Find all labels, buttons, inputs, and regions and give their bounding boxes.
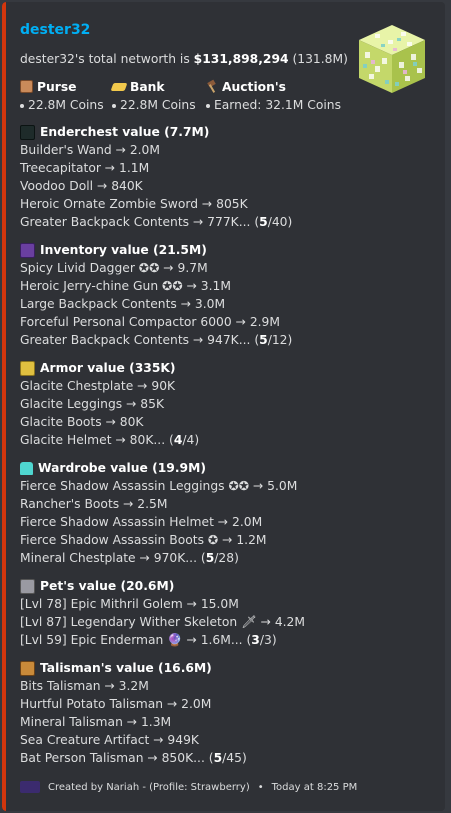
list-item: Large Backpack Contents → 3.0M: [20, 297, 226, 311]
enderchest-icon: [20, 124, 35, 140]
footer-separator: •: [257, 781, 264, 793]
section-pets: Pet's value (20.6M) [Lvl 78] Epic Mithri…: [20, 577, 420, 649]
footer-avatar: [20, 781, 40, 793]
field-purse-name: Purse: [37, 79, 77, 94]
section-talismans: Talisman's value (16.6M) Bits Talisman →…: [20, 659, 420, 767]
list-item: Builder's Wand → 2.0M: [20, 143, 160, 157]
list-item: Fierce Shadow Assassin Helmet → 2.0M: [20, 515, 263, 529]
list-item: Heroic Ornate Zombie Sword → 805K: [20, 197, 248, 211]
list-item: Bits Talisman → 3.2M: [20, 679, 149, 693]
list-item: Rancher's Boots → 2.5M: [20, 497, 168, 511]
list-item-last: [Lvl 59] Epic Enderman 🔮 → 1.6M... (3/3): [20, 633, 277, 647]
talisman-icon: [20, 660, 35, 676]
bank-icon: [110, 82, 128, 91]
list-item: Fierce Shadow Assassin Leggings ✪✪ → 5.0…: [20, 479, 298, 493]
list-item: Glacite Chestplate → 90K: [20, 379, 176, 393]
list-item: Glacite Boots → 80K: [20, 415, 144, 429]
embed-fields: Purse 22.8M Coins Bank 22.8M Coins Aucti…: [20, 78, 360, 118]
purse-icon: [20, 80, 33, 93]
networth-short: (131.8M): [288, 52, 348, 66]
section-enderchest: Enderchest value (7.7M) Builder's Wand →…: [20, 123, 420, 231]
list-item: Forceful Personal Compactor 6000 → 2.9M: [20, 315, 280, 329]
embed-accent-bar: [2, 2, 6, 811]
list-item-last: Bat Person Talisman → 850K... (5/45): [20, 751, 247, 765]
list-item: [Lvl 87] Legendary Wither Skeleton 🗡 → 4…: [20, 615, 305, 629]
footer-text: Created by Nariah - (Profile: Strawberry…: [48, 781, 250, 793]
skyblock-block-icon[interactable]: [355, 22, 429, 96]
section-wardrobe: Wardrobe value (19.9M) Fierce Shadow Ass…: [20, 459, 420, 567]
pet-icon: [20, 578, 35, 594]
list-item-last: Mineral Chestplate → 970K... (5/28): [20, 551, 239, 565]
list-item-last: Glacite Helmet → 80K... (4/4): [20, 433, 200, 447]
networth-embed: dester32 dester32's total networth is $1…: [2, 2, 445, 811]
list-item: [Lvl 78] Epic Mithril Golem → 15.0M: [20, 597, 239, 611]
list-item: Spicy Livid Dagger ✪✪ → 9.7M: [20, 261, 208, 275]
field-auctions-name: Auction's: [222, 79, 286, 94]
field-auctions-value: Earned: 32.1M Coins: [214, 98, 341, 112]
field-bank-name: Bank: [130, 79, 165, 94]
field-bank-value: 22.8M Coins: [120, 98, 196, 112]
wardrobe-icon: [20, 461, 33, 475]
field-bank: Bank 22.8M Coins: [110, 78, 196, 112]
networth-value: $131,898,294: [193, 52, 289, 66]
embed-title[interactable]: dester32: [20, 22, 90, 38]
list-item-last: Greater Backpack Contents → 777K... (5/4…: [20, 215, 293, 229]
footer-timestamp: Today at 8:25 PM: [271, 781, 358, 793]
embed-footer: Created by Nariah - (Profile: Strawberry…: [20, 781, 357, 793]
list-item-last: Greater Backpack Contents → 947K... (5/1…: [20, 333, 293, 347]
section-enderchest-title: Enderchest value (7.7M): [40, 125, 210, 139]
inventory-icon: [20, 242, 35, 258]
section-wardrobe-title: Wardrobe value (19.9M): [38, 461, 206, 475]
list-item: Fierce Shadow Assassin Boots ✪ → 1.2M: [20, 533, 267, 547]
section-armor-title: Armor value (335K): [40, 361, 176, 375]
armor-icon: [20, 360, 35, 376]
list-item: Hurtful Potato Talisman → 2.0M: [20, 697, 212, 711]
field-auctions: Auction's Earned: 32.1M Coins: [206, 78, 341, 112]
networth-summary: dester32's total networth is $131,898,29…: [20, 52, 348, 66]
field-purse-value: 22.8M Coins: [28, 98, 104, 112]
section-talismans-title: Talisman's value (16.6M): [40, 661, 212, 675]
list-item: Voodoo Doll → 840K: [20, 179, 143, 193]
networth-prefix: dester32's total networth is: [20, 52, 194, 66]
list-item: Sea Creature Artifact → 949K: [20, 733, 199, 747]
list-item: Treecapitator → 1.1M: [20, 161, 150, 175]
section-armor: Armor value (335K) Glacite Chestplate → …: [20, 359, 420, 449]
list-item: Heroic Jerry-chine Gun ✪✪ → 3.1M: [20, 279, 231, 293]
list-item: Mineral Talisman → 1.3M: [20, 715, 172, 729]
section-inventory: Inventory value (21.5M) Spicy Livid Dagg…: [20, 241, 420, 349]
section-pets-title: Pet's value (20.6M): [40, 579, 175, 593]
field-purse: Purse 22.8M Coins: [20, 78, 104, 112]
list-item: Glacite Leggings → 85K: [20, 397, 165, 411]
section-inventory-title: Inventory value (21.5M): [40, 243, 207, 257]
auction-icon: [206, 79, 218, 94]
